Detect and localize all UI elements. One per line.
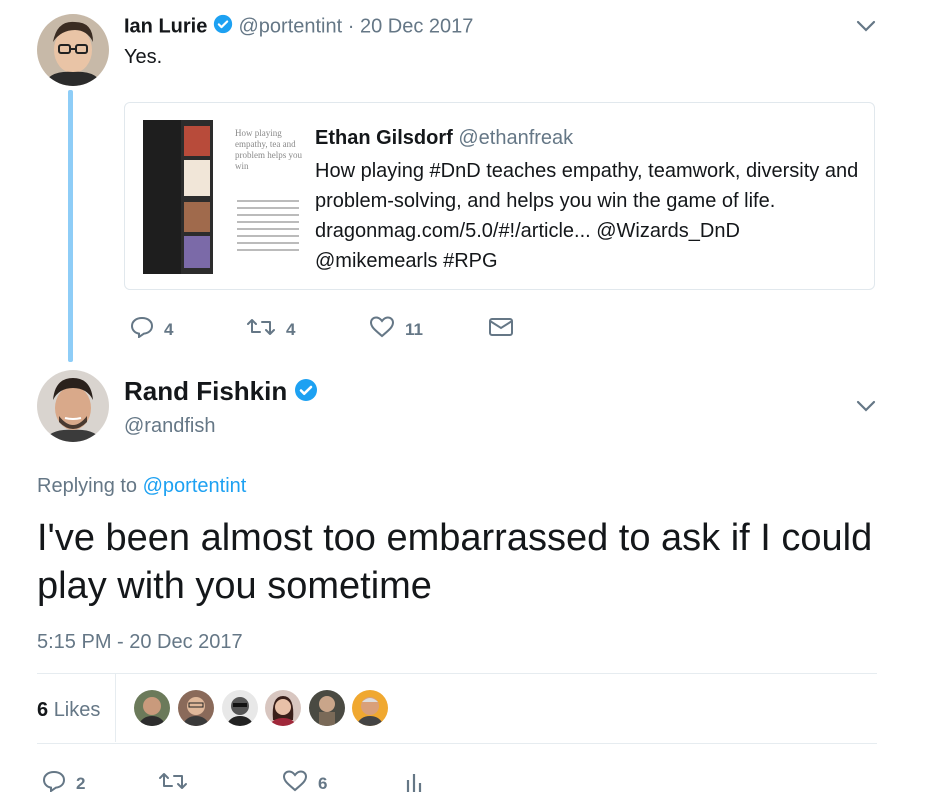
heart-icon [369,316,395,343]
liker-avatar[interactable] [222,690,258,726]
likes-count: 6 [37,699,49,721]
reply-count: 2 [76,773,86,793]
reply-count: 4 [164,319,174,339]
liker-avatar[interactable] [134,690,170,726]
retweet-icon [158,770,188,797]
stats-separator [115,674,116,742]
like-count: 11 [405,319,423,339]
dm-button[interactable] [488,316,514,343]
like-button[interactable]: 6 [282,770,327,797]
retweet-button[interactable] [158,770,188,797]
quoted-author-name[interactable]: Ethan Gilsdorf [315,127,453,149]
dm-envelope-icon [488,316,514,343]
quoted-header: Ethan Gilsdorf @ethanfreak [315,127,573,150]
reply-button[interactable]: 2 [42,770,85,797]
quoted-text: How playing #DnD teaches empathy, teamwo… [315,160,859,272]
chevron-down-icon[interactable] [855,398,877,419]
likes-stat[interactable]: 6 Likes [37,699,100,722]
quoted-tweet-card[interactable]: How playing empathy, tea and problem hel… [124,102,875,290]
main-author-name-row: Rand Fishkin [124,376,318,409]
quoted-thumbnail[interactable]: How playing empathy, tea and problem hel… [143,120,303,274]
heart-icon [282,770,308,797]
retweet-count: 4 [286,319,296,339]
thumbnail-cover-strip [181,120,213,274]
divider-top [37,673,877,674]
thumbnail-heading: How playing empathy, tea and problem hel… [235,128,302,171]
thumbnail-menu-panel [143,120,181,274]
liker-avatar[interactable] [178,690,214,726]
tweet-date[interactable]: · 20 Dec 2017 [348,15,474,37]
like-count: 6 [318,773,328,793]
tweet-timestamp[interactable]: 5:15 PM - 20 Dec 2017 [37,631,243,654]
author-name[interactable]: Ian Lurie [124,15,207,37]
reply-button[interactable]: 4 [130,316,173,343]
verified-badge-icon [213,14,233,40]
author-name[interactable]: Rand Fishkin [124,376,287,406]
liker-avatar[interactable] [309,690,345,726]
parent-tweet-header: Ian Lurie @portentint · 20 Dec 2017 [124,14,473,40]
reply-icon [42,770,66,797]
replying-to: Replying to @portentint [37,475,246,498]
author-handle[interactable]: @portentint [238,15,342,37]
liker-avatar[interactable] [265,690,301,726]
quoted-author-handle[interactable]: @ethanfreak [458,127,573,149]
main-tweet-text: I've been almost too embarrassed to ask … [37,517,873,607]
replying-handle-link[interactable]: @portentint [143,475,247,497]
analytics-icon [404,770,424,799]
retweet-button[interactable]: 4 [246,316,295,343]
main-author-handle[interactable]: @randfish [124,415,215,438]
retweet-icon [246,316,276,343]
verified-badge-icon [294,378,318,409]
avatar-rand-fishkin[interactable] [37,370,109,442]
divider-bottom [37,743,877,744]
reply-icon [130,316,154,343]
thread-connector-line [68,90,73,362]
thumbnail-body-lines [237,200,299,251]
likes-label: Likes [53,699,101,721]
avatar-ian-lurie[interactable] [37,14,109,86]
replying-label: Replying to [37,475,138,497]
analytics-button[interactable] [404,770,424,799]
chevron-down-icon[interactable] [855,18,877,39]
like-button[interactable]: 11 [369,316,423,343]
liker-avatar[interactable] [352,690,388,726]
parent-tweet-text: Yes. [124,46,163,68]
